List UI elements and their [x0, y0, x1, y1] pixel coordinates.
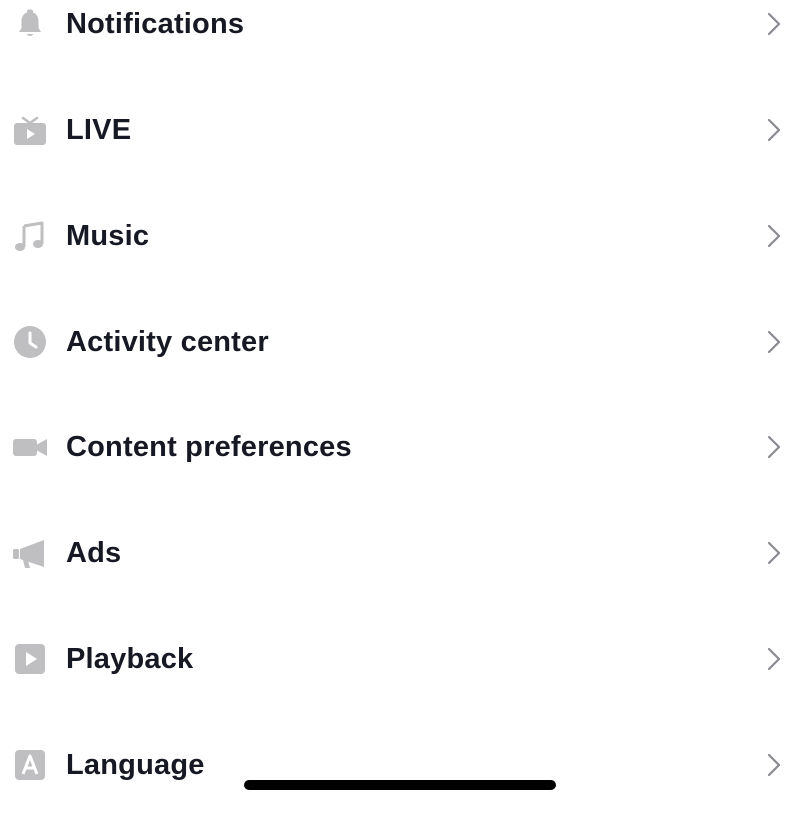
settings-item-ads[interactable]: Ads [0, 500, 787, 606]
chevron-right-icon [764, 751, 784, 779]
chevron-right-icon [764, 645, 784, 673]
settings-item-music[interactable]: Music [0, 183, 787, 289]
chevron-right-icon [764, 10, 784, 38]
settings-item-content-preferences[interactable]: Content preferences [0, 394, 787, 500]
settings-item-label: Playback [66, 642, 194, 675]
settings-item-label: Activity center [66, 325, 269, 358]
settings-item-label: LIVE [66, 113, 132, 146]
settings-item-label: Language [66, 748, 205, 781]
play-square-icon [12, 641, 48, 677]
chevron-right-icon [764, 539, 784, 567]
clock-icon [12, 324, 48, 360]
home-indicator[interactable] [244, 780, 556, 790]
settings-item-playback[interactable]: Playback [0, 606, 787, 712]
settings-item-language[interactable]: Language [0, 712, 787, 818]
settings-item-label: Ads [66, 536, 122, 569]
chevron-right-icon [764, 328, 784, 356]
megaphone-icon [12, 535, 48, 571]
tv-icon [12, 112, 48, 148]
settings-item-activity-center[interactable]: Activity center [0, 289, 787, 395]
chevron-right-icon [764, 116, 784, 144]
video-camera-icon [12, 429, 48, 465]
settings-item-notifications[interactable]: Notifications [0, 0, 787, 77]
settings-item-label: Content preferences [66, 430, 352, 463]
music-note-icon [12, 218, 48, 254]
letter-a-icon [12, 747, 48, 783]
settings-item-label: Music [66, 219, 150, 252]
chevron-right-icon [764, 433, 784, 461]
settings-item-label: Notifications [66, 7, 245, 40]
chevron-right-icon [764, 222, 784, 250]
settings-list: Notifications LIVE Music Activity center… [0, 0, 787, 785]
settings-item-live[interactable]: LIVE [0, 77, 787, 183]
bell-icon [12, 6, 48, 42]
